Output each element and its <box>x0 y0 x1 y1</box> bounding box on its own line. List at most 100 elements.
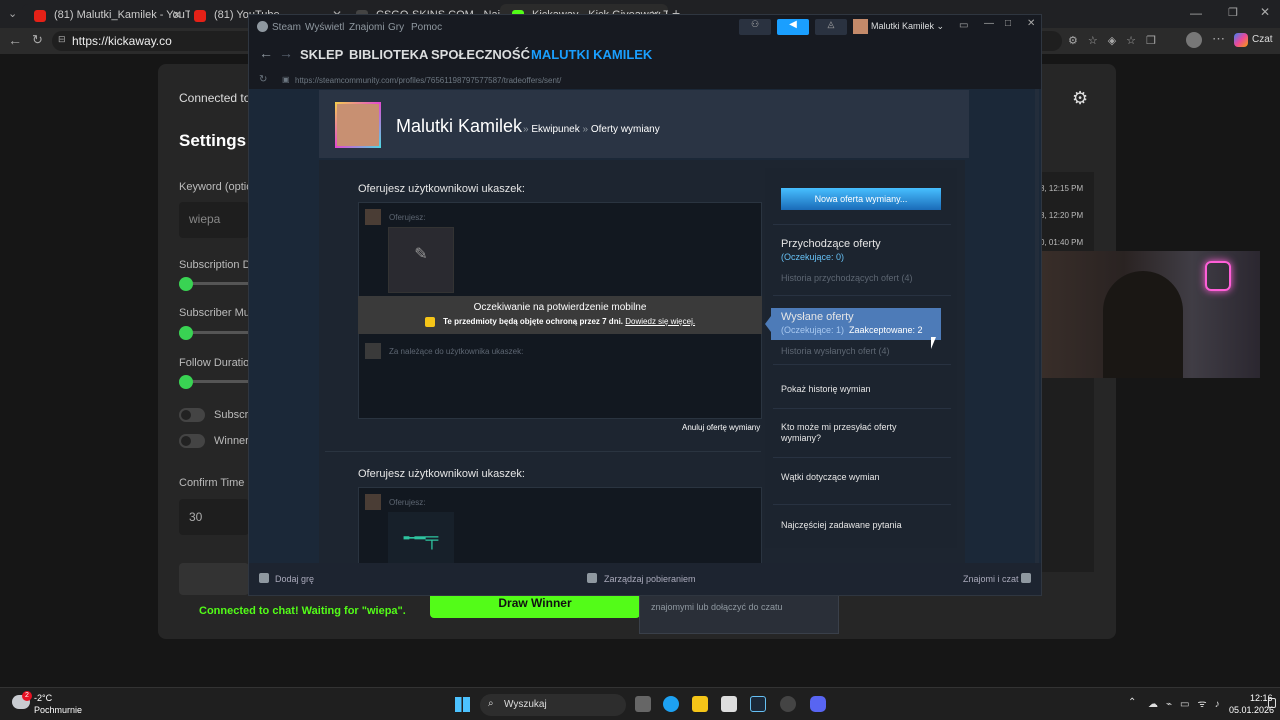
discord-icon[interactable] <box>810 696 826 712</box>
steam-reload-icon[interactable]: ↻ <box>259 74 267 85</box>
sidebar-divider <box>773 504 951 505</box>
store-icon[interactable] <box>721 696 737 712</box>
notification-bell-icon[interactable]: ◬ <box>815 19 847 35</box>
minimize-browser-icon[interactable]: — <box>1190 6 1202 20</box>
close-tab-icon[interactable]: ✕ <box>172 8 182 22</box>
start-windows-icon[interactable] <box>455 697 470 712</box>
profile-avatar[interactable] <box>335 102 381 148</box>
profile-avatar[interactable] <box>1186 32 1202 48</box>
subscription-slider-knob[interactable] <box>179 277 193 291</box>
big-picture-icon[interactable]: ▭ <box>959 20 968 31</box>
nav-library[interactable]: BIBLIOTEKA <box>349 47 428 62</box>
keyword-input[interactable]: wiepa <box>179 202 249 238</box>
subscriber-slider-knob[interactable] <box>179 326 193 340</box>
start-button[interactable] <box>179 563 249 595</box>
back-icon[interactable]: ← <box>8 32 22 48</box>
winner-toggle[interactable] <box>179 434 205 448</box>
follow-duration-label: Follow Duration <box>179 357 256 369</box>
protection-note-text: Te przedmioty będą objęte ochroną przez … <box>443 317 624 327</box>
weather-badge: 2 <box>22 691 32 701</box>
kickaway-settings-gear-icon[interactable]: ⚙ <box>1072 88 1088 109</box>
add-game-label[interactable]: Dodaj grę <box>275 574 314 584</box>
learn-more-link[interactable]: Dowiedz się więcej. <box>625 317 695 326</box>
menu-view[interactable]: Wyświetl <box>305 22 344 33</box>
close-browser-icon[interactable]: ✕ <box>1260 5 1270 19</box>
user-avatar[interactable] <box>853 19 868 34</box>
announcement-icon[interactable]: ◀ <box>777 19 809 35</box>
confirm-time-label: Confirm Time ( <box>179 477 252 489</box>
user-menu[interactable]: Malutki Kamilek ⌄ <box>871 21 944 32</box>
nav-back-icon[interactable]: ← <box>259 45 273 61</box>
tray-overflow-icon[interactable]: ⌃ <box>1128 697 1136 708</box>
search-placeholder: Wyszukaj <box>504 699 547 710</box>
cancel-offer-link[interactable]: Anuluj ofertę wymiany <box>682 423 760 432</box>
downloads-icon[interactable] <box>587 573 597 583</box>
maximize-steam-icon[interactable]: □ <box>1005 18 1011 29</box>
follow-slider-knob[interactable] <box>179 375 193 389</box>
file-explorer-icon[interactable] <box>692 696 708 712</box>
nav-store[interactable]: SKLEP <box>300 47 343 62</box>
reload-icon[interactable]: ↻ <box>32 32 43 48</box>
add-game-icon[interactable] <box>259 573 269 583</box>
friends-chat-icon[interactable] <box>1021 573 1031 583</box>
manage-downloads-label[interactable]: Zarządzaj pobieraniem <box>604 574 696 584</box>
partner-avatar <box>365 343 381 359</box>
menu-help[interactable]: Pomoc <box>411 22 442 33</box>
menu-games[interactable]: Gry <box>388 22 404 33</box>
tray-icons[interactable]: ☁⌁▭ᯤ♪ <box>1148 696 1228 710</box>
trade-threads-link[interactable]: Wątki dotyczące wymian <box>781 472 880 482</box>
nav-community[interactable]: SPOŁECZNOŚĆ <box>431 47 530 62</box>
maximize-browser-icon[interactable]: ❐ <box>1228 6 1238 19</box>
close-steam-icon[interactable]: ✕ <box>1027 18 1035 29</box>
who-can-send-link[interactable]: Kto może mi przesyłać oferty wymiany? <box>781 422 911 444</box>
subscribers-toggle-label: Subscri <box>214 409 251 421</box>
extension-icons[interactable]: ⚙☆◈☆❐ <box>1068 34 1166 47</box>
steam-url-bar: ↻ ▣ https://steamcommunity.com/profiles/… <box>249 73 1041 89</box>
breadcrumb-trade-offers[interactable]: Oferty wymiany <box>591 124 660 135</box>
task-view-icon[interactable] <box>635 696 651 712</box>
menu-steam[interactable]: Steam <box>272 22 301 33</box>
confirm-time-input[interactable]: 30 <box>179 499 249 535</box>
more-menu-icon[interactable]: ⋯ <box>1212 31 1225 47</box>
edge-icon[interactable] <box>663 696 679 712</box>
incoming-history-link[interactable]: Historia przychodzących ofert (4) <box>781 273 913 283</box>
sticker-item[interactable]: ✎ <box>388 227 454 293</box>
copilot-icon[interactable] <box>1234 33 1248 47</box>
incoming-offers-link[interactable]: Przychodzące oferty <box>781 238 881 250</box>
friends-chat-label[interactable]: Znajomi i czat <box>963 574 1019 584</box>
sidebar-divider <box>773 364 951 365</box>
incoming-pending: (Oczekujące: 0) <box>781 252 845 262</box>
profile-name[interactable]: Malutki Kamilek <box>396 116 522 137</box>
search-icon: ⌕ <box>488 698 494 709</box>
steam-title-bar: Steam Wyświetl Znajomi Gry Pomoc ⚇ ◀ ◬ M… <box>249 15 1041 39</box>
site-info-icon[interactable]: ⊟ <box>58 34 66 45</box>
taskbar-search[interactable]: ⌕ Wyszukaj <box>480 694 626 716</box>
new-trade-offer-button[interactable]: Nowa oferta wymiany... <box>781 188 941 210</box>
faq-link[interactable]: Najczęściej zadawane pytania <box>781 520 902 530</box>
obs-icon[interactable] <box>780 696 796 712</box>
subscribers-toggle[interactable] <box>179 408 205 422</box>
chat-label[interactable]: Czat <box>1252 34 1273 45</box>
webcam-overlay <box>1033 251 1260 378</box>
your-avatar <box>365 209 381 225</box>
subscription-duration-label: Subscription Du <box>179 259 257 271</box>
tab-actions-chevron-icon[interactable]: ⌄ <box>8 7 17 20</box>
lock-icon: ▣ <box>282 75 290 84</box>
menu-friends[interactable]: Znajomi <box>349 22 385 33</box>
trade-sidebar: Nowa oferta wymiany... Przychodzące ofer… <box>765 168 957 548</box>
nav-profile[interactable]: MALUTKI KAMILEK <box>531 47 652 62</box>
friends-icon[interactable]: ⚇ <box>739 19 771 35</box>
chat-time: 8, 12:15 PM <box>1040 184 1084 193</box>
sent-history-link[interactable]: Historia wysłanych ofert (4) <box>781 346 890 356</box>
notifications-icon[interactable] <box>1268 698 1276 708</box>
rifle-item[interactable]: ╾━╤ <box>388 512 454 563</box>
minimize-steam-icon[interactable]: — <box>984 18 994 29</box>
browser-tab[interactable]: (81) Malutki_Kamilek - YouTube ✕ <box>22 4 190 28</box>
steam-bottom-bar: Dodaj grę Zarządzaj pobieraniem Znajomi … <box>249 563 1041 595</box>
trade-history-link[interactable]: Pokaż historię wymian <box>781 384 871 394</box>
breadcrumb-inventory[interactable]: Ekwipunek <box>531 124 579 135</box>
you-offer-label: Oferujesz: <box>389 213 426 222</box>
steam-scrollbar[interactable] <box>1035 89 1039 563</box>
nav-forward-icon[interactable]: → <box>279 45 293 61</box>
steam-taskbar-icon[interactable] <box>750 696 766 712</box>
